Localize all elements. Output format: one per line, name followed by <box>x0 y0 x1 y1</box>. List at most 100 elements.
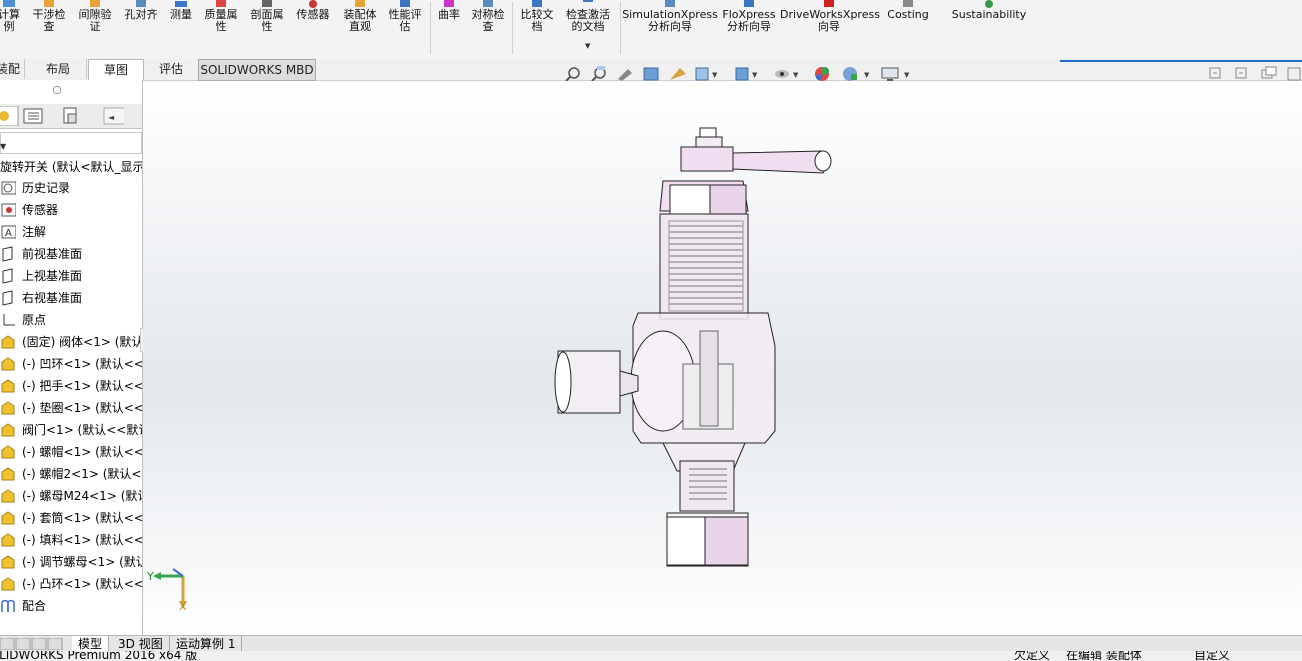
tree-item[interactable]: 原点 <box>0 309 142 331</box>
view-settings-icon[interactable]: ▼ <box>881 67 910 81</box>
tree-item-label: 配合 <box>22 599 47 613</box>
tree-item[interactable]: (-) 螺母M24<1> (默认 <box>0 485 142 507</box>
filter-dropdown-icon[interactable]: ▼ <box>0 142 6 151</box>
ribbon-button-clearance-verification[interactable]: 间隙验 证 <box>74 0 116 58</box>
restore-view-icon[interactable] <box>1235 67 1247 79</box>
configuration-manager-tab-icon[interactable] <box>58 106 86 126</box>
tree-item[interactable]: 配合 <box>0 595 142 617</box>
svg-text:▼: ▼ <box>793 71 799 79</box>
tree-item[interactable]: (-) 套筒<1> (默认<<! <box>0 507 142 529</box>
tree-item[interactable]: (-) 填料<1> (默认<<! <box>0 529 142 551</box>
tree-item[interactable]: 阀门<1> (默认<<默认 <box>0 419 142 441</box>
view-orientation-icon[interactable]: ▼ <box>695 67 718 81</box>
assembly-visualization-icon <box>355 0 365 7</box>
ribbon-button-symmetry-check[interactable]: 对称检 查 <box>466 0 510 58</box>
zoom-to-area-icon[interactable] <box>591 66 606 82</box>
plane-icon <box>2 290 13 306</box>
apply-scene-icon[interactable]: ▼ <box>843 67 870 81</box>
zoom-to-fit-icon[interactable] <box>565 67 580 82</box>
ribbon-button-driveworksxpress[interactable]: DriveWorksXpress 向导 <box>780 0 880 58</box>
tree-filter-box[interactable] <box>0 132 142 154</box>
performance-icon <box>400 0 410 7</box>
ribbon-button-curvature[interactable]: 曲率 <box>434 0 464 58</box>
ribbon-button-costing[interactable]: Costing <box>880 0 936 58</box>
tree-item[interactable]: A 注解 <box>0 221 142 243</box>
property-manager-tab-icon[interactable] <box>20 106 48 126</box>
status-units: 自定义 <box>1194 651 1231 661</box>
tree-item[interactable]: (-) 调节螺母<1> (默认 <box>0 551 142 573</box>
tree-item[interactable]: 前视基准面 <box>0 243 142 265</box>
section-view-icon[interactable] <box>643 67 659 81</box>
ribbon-separator <box>620 2 621 54</box>
maximize-view-icon[interactable] <box>1261 66 1277 79</box>
part-icon <box>1 577 15 591</box>
feature-manager-tab-icon[interactable] <box>0 106 22 126</box>
ribbon-button-floxpress[interactable]: FloXpress 分析向导 <box>720 0 778 58</box>
svg-text:◄: ◄ <box>108 113 115 122</box>
tree-item[interactable]: (-) 把手<1> (默认<<! <box>0 375 142 397</box>
part-icon <box>1 511 15 525</box>
ribbon-button-calculate[interactable]: 计算 例 <box>0 0 24 58</box>
ribbon-button-simulationxpress[interactable]: SimulationXpress 分析向导 <box>622 0 718 58</box>
tree-item-label: 上视基准面 <box>22 269 83 283</box>
svg-text:A: A <box>5 228 12 239</box>
tree-item[interactable]: (-) 凹环<1> (默认<<! <box>0 353 142 375</box>
tree-item[interactable]: 右视基准面 <box>0 287 142 309</box>
panel-grip-icon[interactable] <box>53 86 61 94</box>
clearance-icon <box>90 0 100 7</box>
close-view-icon[interactable] <box>1287 67 1301 81</box>
ribbon-button-hole-alignment[interactable]: 孔对齐 <box>120 0 162 58</box>
tree-item[interactable]: 传感器 <box>0 199 142 221</box>
hide-show-items-icon[interactable]: ▼ <box>775 70 799 79</box>
history-icon <box>1 181 16 195</box>
panel-scroll-arrows[interactable]: ◄► <box>96 106 124 126</box>
tab-evaluate[interactable]: 评估 <box>148 59 194 79</box>
minimize-view-icon[interactable] <box>1209 67 1221 79</box>
tree-item-label: 传感器 <box>22 203 59 217</box>
part-icon <box>1 445 15 459</box>
part-icon <box>1 379 15 393</box>
ribbon-button-sensor[interactable]: 传感器 <box>292 0 334 58</box>
tree-item-label: 右视基准面 <box>22 291 83 305</box>
tree-item[interactable]: (-) 螺帽<1> (默认<<! <box>0 441 142 463</box>
tree-item[interactable]: 上视基准面 <box>0 265 142 287</box>
status-bar: SOLIDWORKS Premium 2016 x64 版 欠定义 在编辑 装配… <box>0 651 1302 661</box>
tree-item[interactable]: (-) 凸环<1> (默认<<! <box>0 573 142 595</box>
ribbon-button-sustainability[interactable]: Sustainability <box>944 0 1034 58</box>
tree-item-label: (-) 垫圈<1> (默认<<! <box>22 401 142 415</box>
tab-motion-study-1[interactable]: 运动算例 1 <box>170 636 243 652</box>
tab-solidworks-mbd[interactable]: SOLIDWORKS MBD <box>198 59 316 81</box>
ribbon-button-mass-properties[interactable]: 质量属 性 <box>200 0 242 58</box>
graphics-area[interactable] <box>143 81 1302 635</box>
tab-assembly[interactable]: 装配体 <box>0 59 25 96</box>
command-manager-ribbon: 计算 例 干涉检 查 间隙验 证 孔对齐 测量 质量属 性 剖面属 性 传感器 … <box>0 0 1302 59</box>
tree-item-label: (-) 螺帽<1> (默认<<! <box>22 445 142 459</box>
dynamic-annotation-icon[interactable] <box>670 68 686 80</box>
plane-icon <box>2 268 13 284</box>
bottom-tab-bar: 模型 3D 视图 运动算例 1 <box>0 635 1302 652</box>
calculator-icon <box>3 0 15 7</box>
dropdown-arrow-icon[interactable]: ▼ <box>585 42 590 50</box>
tab-3d-view[interactable]: 3D 视图 <box>112 636 170 652</box>
edit-appearance-icon[interactable] <box>815 67 829 81</box>
tree-root-assembly[interactable]: 旋转开关 (默认<默认_显示 <box>0 156 142 178</box>
panel-tabs: ◄► <box>0 104 142 129</box>
tree-item[interactable]: (-) 螺帽2<1> (默认<< <box>0 463 142 485</box>
tree-item[interactable]: 历史记录 <box>0 177 142 199</box>
tab-scroll-arrows[interactable] <box>0 638 68 650</box>
display-style-icon[interactable]: ▼ <box>735 67 758 81</box>
ribbon-button-measure[interactable]: 测量 <box>164 0 198 58</box>
ribbon-button-interference-detection[interactable]: 干涉检 查 <box>28 0 70 58</box>
mass-properties-icon <box>216 0 226 7</box>
ribbon-button-assembly-visualization[interactable]: 装配体 直观 <box>338 0 382 58</box>
tree-item[interactable]: (固定) 阀体<1> (默认 <box>0 331 142 353</box>
tree-item[interactable]: (-) 垫圈<1> (默认<<! <box>0 397 142 419</box>
tab-sketch[interactable]: 草图 <box>88 59 144 80</box>
sustainability-icon <box>985 0 993 8</box>
ribbon-button-section-properties[interactable]: 剖面属 性 <box>246 0 288 58</box>
tab-model[interactable]: 模型 <box>72 636 110 652</box>
tab-layout[interactable]: 布局 <box>30 59 87 79</box>
previous-view-icon[interactable] <box>618 69 632 81</box>
ribbon-button-performance-evaluation[interactable]: 性能评 估 <box>384 0 426 58</box>
ribbon-button-compare-documents[interactable]: 比较文 档 <box>516 0 558 58</box>
